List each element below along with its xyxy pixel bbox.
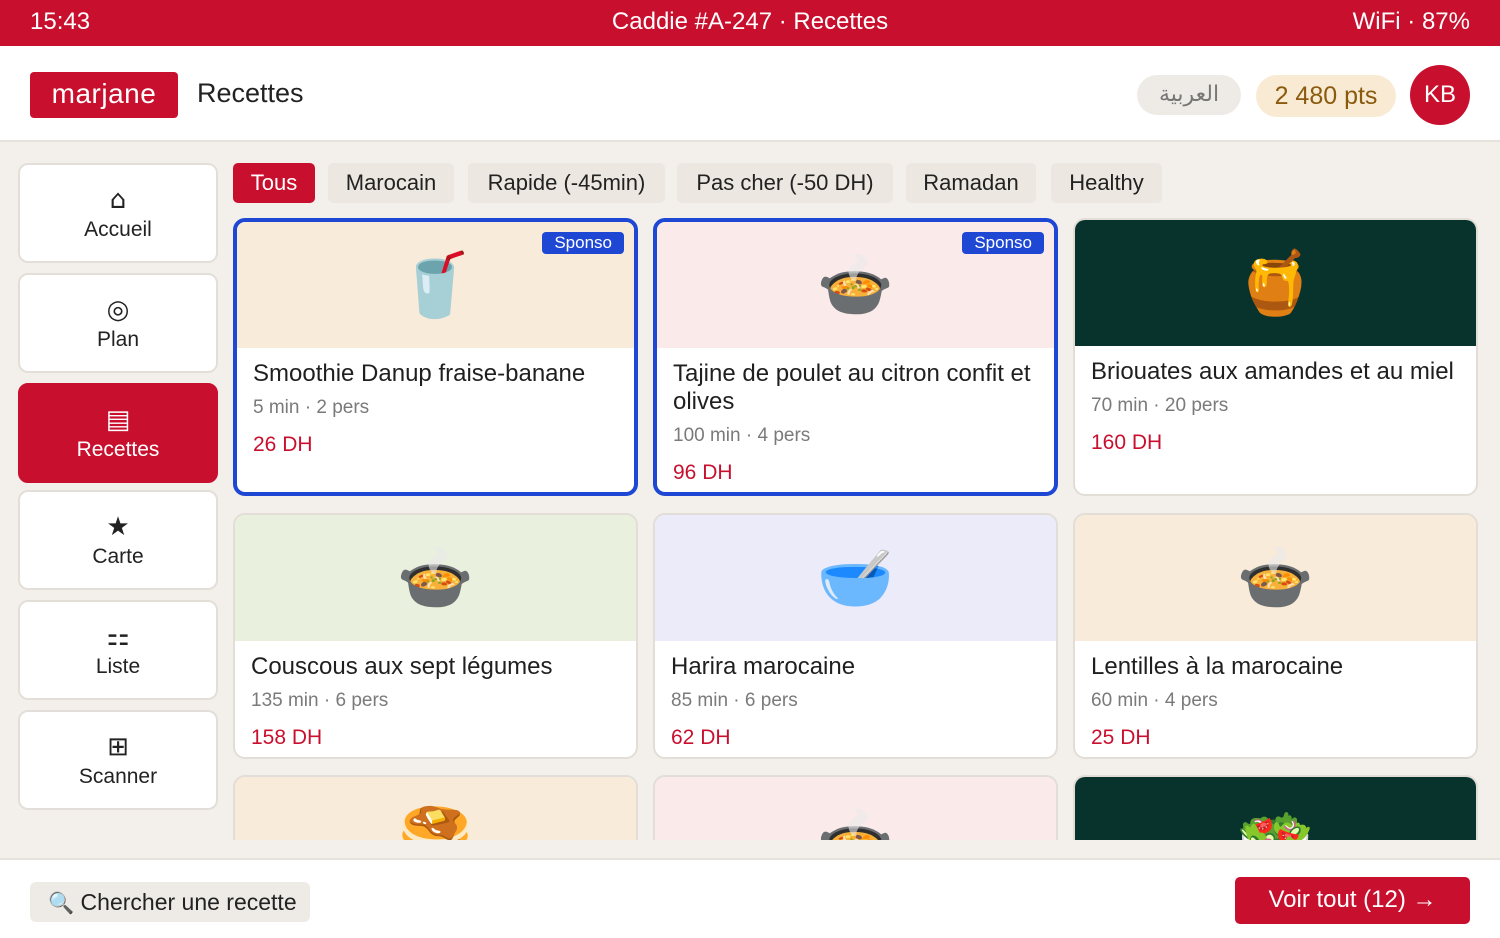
sidebar-item-carte[interactable]: ★ Carte bbox=[18, 490, 218, 590]
recipe-info: Briouates aux amandes et au miel 70 min ·… bbox=[1091, 358, 1462, 457]
search-icon: 🔍 bbox=[48, 891, 75, 915]
status-title: Caddie #A-247 · Recettes bbox=[611, 8, 889, 35]
recipe-name: Lentilles à la marocaine bbox=[1091, 653, 1344, 680]
sidebar-item-label: Scanner bbox=[78, 765, 158, 788]
sponsored-badge: Sponso bbox=[962, 232, 1044, 254]
recipe-meta: 60 min · 4 pers bbox=[1091, 690, 1218, 711]
app-header: marjane Recettes العربية 2 480 pts KB bbox=[0, 46, 1500, 142]
recipe-price: 96 DH bbox=[673, 461, 733, 484]
stew-pot-icon: 🍲 bbox=[396, 541, 475, 614]
recipe-price: 160 DH bbox=[1091, 431, 1163, 454]
recipe-meta: 100 min · 4 pers bbox=[673, 425, 811, 446]
home-icon: ⌂ bbox=[109, 185, 127, 215]
recipe-info: Harira marocaine 85 min · 6 pers 62 DH bbox=[671, 653, 1042, 752]
list-icon: ⚏ bbox=[106, 622, 130, 652]
search-placeholder: Chercher une recette bbox=[80, 889, 297, 915]
sidebar-item-plan[interactable]: ◎ Plan bbox=[18, 273, 218, 373]
user-avatar[interactable]: KB bbox=[1410, 65, 1470, 125]
sidebar-item-label: Liste bbox=[95, 655, 141, 678]
salad-icon: 🥗 bbox=[1236, 803, 1315, 841]
recipe-card[interactable]: 🍲 Lentilles à la marocaine 60 min · 4 pers… bbox=[1073, 513, 1478, 759]
recipe-image: 🥤 Sponso bbox=[237, 222, 634, 348]
sponsored-badge: Sponso bbox=[542, 232, 624, 254]
drink-cup-icon: 🥤 bbox=[396, 248, 475, 321]
sidebar-item-recettes[interactable]: ▤ Recettes bbox=[18, 383, 218, 483]
recipe-meta: 70 min · 20 pers bbox=[1091, 395, 1229, 416]
recipe-info: Lentilles à la marocaine 60 min · 4 pers 2… bbox=[1091, 653, 1462, 752]
recipe-card[interactable]: 🥣 Harira marocaine 85 min · 6 pers 62 DH bbox=[653, 513, 1058, 759]
recipe-name: Briouates aux amandes et au miel bbox=[1091, 358, 1454, 385]
filter-chip[interactable]: Tous bbox=[233, 163, 315, 203]
recipe-card[interactable]: 🥞 bbox=[233, 775, 638, 840]
honey-pot-icon: 🍯 bbox=[1236, 246, 1315, 319]
recipe-info: Smoothie Danup fraise-banane 5 min · 2 pe… bbox=[253, 360, 620, 459]
stew-pot-icon: 🍲 bbox=[816, 803, 895, 841]
recipe-image: 🍯 bbox=[1075, 220, 1476, 346]
recipe-price: 158 DH bbox=[251, 726, 323, 749]
recipe-name: Smoothie Danup fraise-banane bbox=[253, 360, 586, 387]
bottom-bar: 🔍 Chercher une recette Voir tout (12) → bbox=[0, 858, 1500, 938]
scanner-icon: ⊞ bbox=[107, 732, 129, 762]
stew-pot-icon: 🍲 bbox=[1236, 541, 1315, 614]
recipe-card[interactable]: 🍲 bbox=[653, 775, 1058, 840]
filter-chip[interactable]: Marocain bbox=[328, 163, 454, 203]
recipe-info: Couscous aux sept légumes 135 min · 6 per… bbox=[251, 653, 622, 752]
recipe-image: 🥗 bbox=[1075, 777, 1476, 840]
sidebar-item-accueil[interactable]: ⌂ Accueil bbox=[18, 163, 218, 263]
recipe-price: 62 DH bbox=[671, 726, 731, 749]
filter-chip[interactable]: Healthy bbox=[1051, 163, 1162, 203]
map-target-icon: ◎ bbox=[106, 295, 130, 325]
page-title: Recettes bbox=[197, 78, 304, 108]
recipe-name: Tajine de poulet au citron confit et oli… bbox=[673, 360, 1031, 415]
sidebar-item-scanner[interactable]: ⊞ Scanner bbox=[18, 710, 218, 810]
recipe-meta: 5 min · 2 pers bbox=[253, 397, 370, 418]
recipe-info: Tajine de poulet au citron confit et oli… bbox=[673, 360, 1040, 487]
recipe-meta: 85 min · 6 pers bbox=[671, 690, 798, 711]
recipe-name: Harira marocaine bbox=[671, 653, 856, 680]
recipe-price: 25 DH bbox=[1091, 726, 1151, 749]
recipe-card[interactable]: 🍲 Sponso Tajine de poulet au citron confit… bbox=[653, 218, 1058, 496]
status-bar: 15:43 Caddie #A-247 · Recettes WiFi · 87… bbox=[0, 0, 1500, 46]
recipe-image: 🍲 bbox=[1075, 515, 1476, 641]
sidebar-item-liste[interactable]: ⚏ Liste bbox=[18, 600, 218, 700]
stew-pot-icon: 🍲 bbox=[816, 248, 895, 321]
recipe-image: 🥞 bbox=[235, 777, 636, 840]
recipe-card[interactable]: 🥤 Sponso Smoothie Danup fraise-banane 5 min… bbox=[233, 218, 638, 496]
status-connectivity: WiFi · 87% bbox=[1352, 8, 1470, 35]
recipe-image: 🍲 bbox=[655, 777, 1056, 840]
star-icon: ★ bbox=[106, 512, 130, 542]
soup-bowl-icon: 🥣 bbox=[816, 541, 895, 614]
recipe-search-input[interactable]: 🔍 Chercher une recette bbox=[30, 882, 310, 922]
recipe-meta: 135 min · 6 pers bbox=[251, 690, 389, 711]
filter-chip[interactable]: Pas cher (-50 DH) bbox=[677, 163, 893, 203]
sidebar-item-label: Accueil bbox=[84, 218, 152, 241]
recipe-name: Couscous aux sept légumes bbox=[251, 653, 553, 680]
filter-chip[interactable]: Rapide (-45min) bbox=[468, 163, 665, 203]
see-all-button[interactable]: Voir tout (12) → bbox=[1235, 877, 1470, 924]
recipe-image: 🍲 bbox=[235, 515, 636, 641]
recipe-grid: 🥤 Sponso Smoothie Danup fraise-banane 5 min… bbox=[233, 218, 1478, 840]
sidebar-item-label: Recettes bbox=[76, 438, 160, 461]
pancakes-icon: 🥞 bbox=[396, 803, 475, 841]
sidebar-item-label: Carte bbox=[92, 545, 144, 568]
filter-chip[interactable]: Ramadan bbox=[906, 163, 1036, 203]
recipe-image: 🍲 Sponso bbox=[657, 222, 1054, 348]
language-switch-button[interactable]: العربية bbox=[1137, 75, 1241, 115]
recipe-price: 26 DH bbox=[253, 433, 313, 456]
recipes-list-icon: ▤ bbox=[105, 405, 131, 435]
brand-logo[interactable]: marjane bbox=[30, 72, 178, 118]
recipe-card[interactable]: 🥗 bbox=[1073, 775, 1478, 840]
recipe-card[interactable]: 🍯 Briouates aux amandes et au miel 70 min … bbox=[1073, 218, 1478, 496]
sidebar-item-label: Plan bbox=[96, 328, 140, 351]
loyalty-points-badge[interactable]: 2 480 pts bbox=[1256, 75, 1396, 117]
recipe-image: 🥣 bbox=[655, 515, 1056, 641]
recipe-card[interactable]: 🍲 Couscous aux sept légumes 135 min · 6 pe… bbox=[233, 513, 638, 759]
